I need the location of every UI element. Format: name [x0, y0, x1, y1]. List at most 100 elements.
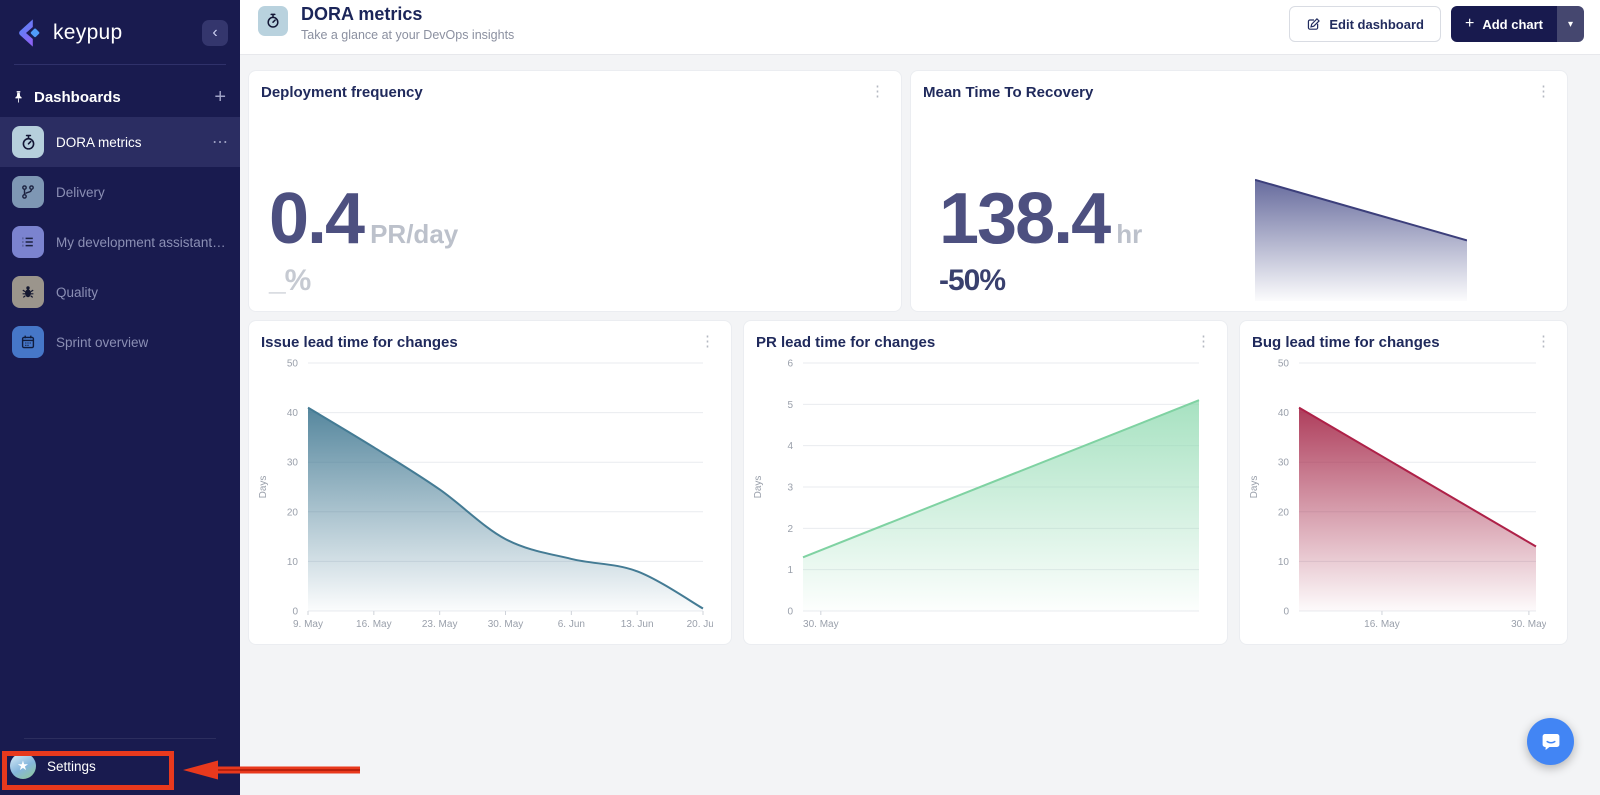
task-list-icon: [12, 226, 44, 258]
svg-text:9. May: 9. May: [293, 619, 323, 630]
bug-icon: [12, 276, 44, 308]
logo-row: keypup ‹: [0, 0, 240, 62]
card-menu-icon[interactable]: ⋮: [868, 84, 887, 99]
svg-text:20: 20: [1278, 507, 1290, 518]
plus-icon: +: [1465, 15, 1474, 33]
edit-dashboard-button[interactable]: Edit dashboard: [1289, 6, 1441, 42]
svg-text:Days: Days: [753, 476, 764, 499]
svg-text:4: 4: [787, 441, 793, 452]
add-chart-label: Add chart: [1482, 17, 1543, 32]
sidebar-item-my-development-assistant[interactable]: My development assistant (t...: [0, 217, 240, 267]
metric-delta: -50%: [939, 264, 1142, 298]
chevron-left-icon: ‹: [212, 24, 217, 42]
svg-text:30: 30: [1278, 458, 1290, 469]
svg-text:20. Jun: 20. Jun: [687, 619, 713, 630]
keypup-logo-icon: [12, 17, 44, 49]
svg-text:2: 2: [787, 524, 793, 535]
svg-text:0: 0: [292, 607, 298, 618]
card-title: Issue lead time for changes: [261, 334, 458, 351]
sidebar-item-quality[interactable]: Quality: [0, 267, 240, 317]
settings-divider: [24, 738, 216, 739]
svg-text:0: 0: [1283, 607, 1289, 618]
edit-dashboard-label: Edit dashboard: [1329, 17, 1424, 32]
more-options-icon[interactable]: ⋯: [212, 132, 228, 152]
page-subtitle: Take a glance at your DevOps insights: [301, 28, 514, 42]
svg-text:23. May: 23. May: [422, 619, 458, 630]
card-menu-icon[interactable]: ⋮: [1194, 334, 1213, 349]
settings-button[interactable]: ★ Settings: [0, 745, 240, 795]
sidebar-item-sprint-overview[interactable]: Sprint overview: [0, 317, 240, 367]
svg-text:0: 0: [787, 607, 793, 618]
add-chart-button-group: + Add chart ▾: [1451, 6, 1584, 42]
main-area: DORA metrics Take a glance at your DevOp…: [240, 0, 1600, 795]
card-issue-lead-time: Issue lead time for changes ⋮ 0102030405…: [248, 320, 732, 645]
settings-label: Settings: [47, 759, 96, 774]
mttr-trend-sparkline: [1255, 171, 1467, 301]
page-title: DORA metrics: [301, 5, 514, 24]
card-menu-icon[interactable]: ⋮: [1534, 334, 1553, 349]
svg-text:50: 50: [1278, 359, 1290, 370]
svg-text:3: 3: [787, 483, 793, 494]
svg-text:30. May: 30. May: [1511, 619, 1546, 630]
card-menu-icon[interactable]: ⋮: [1534, 84, 1553, 99]
sidebar-item-label: Sprint overview: [56, 335, 148, 350]
stopwatch-icon: [12, 126, 44, 158]
svg-text:40: 40: [1278, 408, 1290, 419]
metric-delta: _%: [269, 264, 458, 298]
svg-text:20: 20: [287, 507, 299, 518]
svg-text:6. Jun: 6. Jun: [558, 619, 585, 630]
add-dashboard-button[interactable]: +: [214, 87, 226, 107]
issue-lead-time-chart: 010203040509. May16. May23. May30. May6.…: [253, 355, 713, 637]
svg-text:10: 10: [287, 557, 299, 568]
bug-lead-time-chart: 0102030405016. May30. MayDays: [1244, 355, 1546, 637]
card-title: PR lead time for changes: [756, 334, 935, 351]
svg-text:5: 5: [787, 400, 793, 411]
card-bug-lead-time: Bug lead time for changes ⋮ 010203040501…: [1239, 320, 1568, 645]
svg-text:10: 10: [1278, 557, 1290, 568]
sidebar-collapse-button[interactable]: ‹: [202, 20, 228, 46]
star-icon: ★: [17, 758, 29, 774]
dashboard-content: Deployment frequency ⋮ 0.4 PR/day _% Mea…: [240, 55, 1600, 795]
pin-icon: [12, 90, 25, 104]
logo-text: keypup: [53, 21, 123, 45]
chat-widget-button[interactable]: [1527, 718, 1574, 765]
card-title: Deployment frequency: [261, 84, 423, 101]
add-chart-button[interactable]: + Add chart: [1451, 6, 1557, 42]
sidebar-item-label: Delivery: [56, 185, 105, 200]
avatar: ★: [10, 753, 36, 779]
card-mean-time-to-recovery: Mean Time To Recovery ⋮ 138.4 hr -50%: [910, 70, 1568, 312]
sidebar: keypup ‹ Dashboards + DORA metrics ⋯: [0, 0, 240, 795]
card-pr-lead-time: PR lead time for changes ⋮ 0 1 2 3 4 5 6 30. Ma…: [743, 320, 1228, 645]
sidebar-item-dora-metrics[interactable]: DORA metrics ⋯: [0, 117, 240, 167]
card-menu-icon[interactable]: ⋮: [698, 334, 717, 349]
svg-text:30. May: 30. May: [803, 619, 839, 630]
card-deployment-frequency: Deployment frequency ⋮ 0.4 PR/day _%: [248, 70, 902, 312]
metric-unit: hr: [1116, 219, 1142, 250]
svg-text:13. Jun: 13. Jun: [621, 619, 654, 630]
svg-text:Days: Days: [258, 476, 269, 499]
metric-unit: PR/day: [370, 219, 458, 250]
dashboards-label: Dashboards: [34, 89, 121, 106]
svg-text:1: 1: [787, 565, 793, 576]
sidebar-item-delivery[interactable]: Delivery: [0, 167, 240, 217]
svg-text:6: 6: [787, 359, 793, 370]
dashboards-header: Dashboards +: [0, 65, 240, 117]
git-branch-icon: [12, 176, 44, 208]
page-header: DORA metrics Take a glance at your DevOp…: [240, 0, 1600, 55]
metric-value: 0.4: [269, 183, 363, 255]
edit-pencil-icon: [1306, 17, 1321, 32]
svg-text:50: 50: [287, 359, 299, 370]
card-title: Bug lead time for changes: [1252, 334, 1440, 351]
settings-section: ★ Settings: [0, 738, 240, 795]
chat-bubble-icon: [1539, 730, 1563, 754]
card-title: Mean Time To Recovery: [923, 84, 1093, 101]
svg-text:16. May: 16. May: [356, 619, 392, 630]
chevron-down-icon: ▾: [1568, 19, 1573, 30]
plus-icon: +: [214, 86, 226, 108]
sidebar-item-label: My development assistant (t...: [56, 235, 228, 250]
stopwatch-icon: [258, 6, 288, 36]
calendar-icon: [12, 326, 44, 358]
add-chart-dropdown-button[interactable]: ▾: [1557, 6, 1584, 42]
svg-text:30. May: 30. May: [488, 619, 524, 630]
sidebar-item-label: DORA metrics: [56, 135, 142, 150]
